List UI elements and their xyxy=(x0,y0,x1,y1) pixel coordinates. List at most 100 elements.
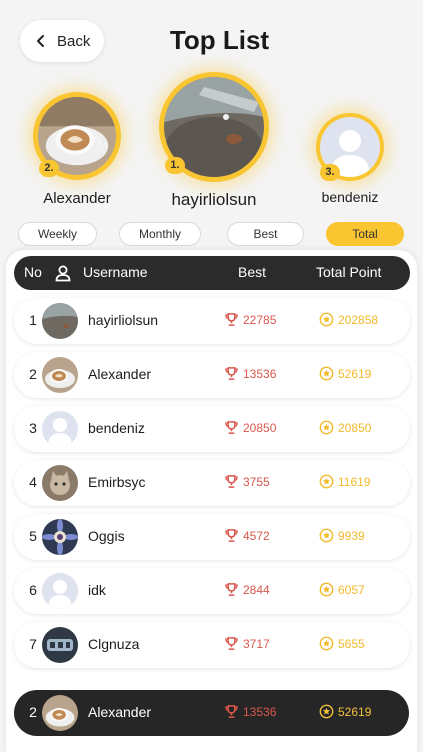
row-total: 52619 xyxy=(319,704,371,719)
row-total: 11619 xyxy=(319,474,370,489)
tab-total[interactable]: Total xyxy=(326,222,404,246)
row-best-value: 13536 xyxy=(243,704,277,719)
podium-third[interactable]: 3. bendeniz xyxy=(310,113,390,205)
podium-avatar-ring: 1. xyxy=(159,72,269,182)
row-best-value: 13536 xyxy=(243,366,277,381)
star-coin-icon xyxy=(319,704,334,719)
tab-monthly[interactable]: Monthly xyxy=(119,222,201,246)
row-rank: 1 xyxy=(29,312,37,328)
podium-name: hayirliolsun xyxy=(171,190,257,209)
tab-best[interactable]: Best xyxy=(227,222,304,246)
rank-badge: 2. xyxy=(39,160,59,177)
rank-badge: 3. xyxy=(320,164,340,181)
row-best: 4572 xyxy=(224,528,270,543)
row-username: Alexander xyxy=(88,366,152,382)
header-best: Best xyxy=(238,264,267,280)
podium-avatar-ring: 2. xyxy=(33,92,121,180)
row-total: 20850 xyxy=(319,420,371,435)
row-username: Oggis xyxy=(88,528,125,544)
row-total: 9939 xyxy=(319,528,365,543)
row-rank: 2 xyxy=(29,704,37,720)
row-total-value: 202858 xyxy=(338,312,379,327)
row-rank: 7 xyxy=(29,636,37,652)
row-total-value: 11619 xyxy=(338,474,371,489)
header-no: No xyxy=(24,264,42,280)
podium-second[interactable]: 2. Alexander xyxy=(28,92,126,207)
leaderboard-row[interactable]: 6 idk 2844 6057 xyxy=(14,568,410,614)
leaderboard-row[interactable]: 3 bendeniz 20850 20850 xyxy=(14,406,410,452)
podium-avatar-ring: 3. xyxy=(316,113,384,181)
star-coin-icon xyxy=(319,366,334,381)
period-tabs: Weekly Monthly Best Total xyxy=(18,222,405,246)
avatar-photo-table xyxy=(42,303,78,339)
row-total-value: 52619 xyxy=(338,704,372,719)
row-rank: 5 xyxy=(29,528,37,544)
podium-first[interactable]: 1. hayirliolsun xyxy=(155,72,273,210)
row-rank: 3 xyxy=(29,420,37,436)
leaderboard-row[interactable]: 5 Oggis 4572 9939 xyxy=(14,514,410,560)
avatar-photo-coffee xyxy=(42,695,78,731)
trophy-icon xyxy=(225,421,238,434)
user-icon xyxy=(55,265,71,282)
star-coin-icon xyxy=(319,420,334,435)
table-header: No Username Best Total Point xyxy=(14,256,410,290)
page-title: Top List xyxy=(169,25,270,55)
leaderboard-panel[interactable]: No Username Best Total Point 1 hayirliols… xyxy=(6,250,417,752)
avatar-photo-cat xyxy=(42,465,78,501)
trophy-icon xyxy=(225,705,238,718)
star-coin-icon xyxy=(319,582,334,597)
trophy-icon xyxy=(225,367,238,380)
trophy-icon xyxy=(225,475,238,488)
row-best: 2844 xyxy=(224,582,270,597)
row-username: Emirbsyc xyxy=(88,474,146,490)
podium-name: Alexander xyxy=(43,190,111,207)
row-best-value: 22785 xyxy=(243,312,277,327)
star-coin-icon xyxy=(319,528,334,543)
row-username: Alexander xyxy=(88,704,152,720)
leaderboard-row[interactable]: 7 Clgnuza 3717 5655 xyxy=(14,622,410,668)
row-total: 202858 xyxy=(319,312,378,327)
row-best: 20850 xyxy=(224,420,276,435)
trophy-icon xyxy=(225,313,238,326)
trophy-icon xyxy=(225,529,238,542)
avatar-default-icon xyxy=(42,573,78,609)
podium-name: bendeniz xyxy=(321,189,379,205)
row-username: Clgnuza xyxy=(88,636,140,652)
row-best: 3755 xyxy=(224,474,270,489)
row-best-value: 3755 xyxy=(243,474,270,489)
row-total-value: 9939 xyxy=(338,528,365,543)
row-total-value: 20850 xyxy=(338,420,372,435)
star-coin-icon xyxy=(319,474,334,489)
row-rank: 2 xyxy=(29,366,37,382)
leaderboard-row[interactable]: 4 Emirbsyc 3755 11619 xyxy=(14,460,410,506)
leaderboard-row[interactable]: 1 hayirliolsun 22785 202858 xyxy=(14,298,410,344)
header-total: Total Point xyxy=(316,264,382,280)
avatar-photo-flower xyxy=(42,519,78,555)
row-username: hayirliolsun xyxy=(88,312,159,328)
row-rank: 6 xyxy=(29,582,37,598)
header-username: Username xyxy=(83,264,148,280)
row-best: 3717 xyxy=(224,636,270,651)
row-best-value: 4572 xyxy=(243,528,270,543)
row-total: 5655 xyxy=(319,636,365,651)
leaderboard-row[interactable]: 2 Alexander 13536 52619 xyxy=(14,352,410,398)
row-best-value: 20850 xyxy=(243,420,277,435)
row-total-value: 5655 xyxy=(338,636,365,651)
avatar-default-icon xyxy=(42,411,78,447)
row-total: 52619 xyxy=(319,366,371,381)
rank-badge: 1. xyxy=(165,157,185,174)
row-total-value: 52619 xyxy=(338,366,372,381)
row-best-value: 3717 xyxy=(243,636,270,651)
row-total-value: 6057 xyxy=(338,582,365,597)
star-coin-icon xyxy=(319,636,334,651)
row-username: idk xyxy=(88,582,106,598)
tab-weekly[interactable]: Weekly xyxy=(18,222,97,246)
row-best: 13536 xyxy=(224,704,276,719)
row-best-value: 2844 xyxy=(243,582,270,597)
star-coin-icon xyxy=(319,312,334,327)
trophy-icon xyxy=(225,583,238,596)
avatar-photo-dark xyxy=(42,627,78,663)
avatar-photo-coffee xyxy=(42,357,78,393)
current-user-row[interactable]: 2 Alexander 13536 52619 xyxy=(14,690,409,736)
row-best: 13536 xyxy=(224,366,276,381)
